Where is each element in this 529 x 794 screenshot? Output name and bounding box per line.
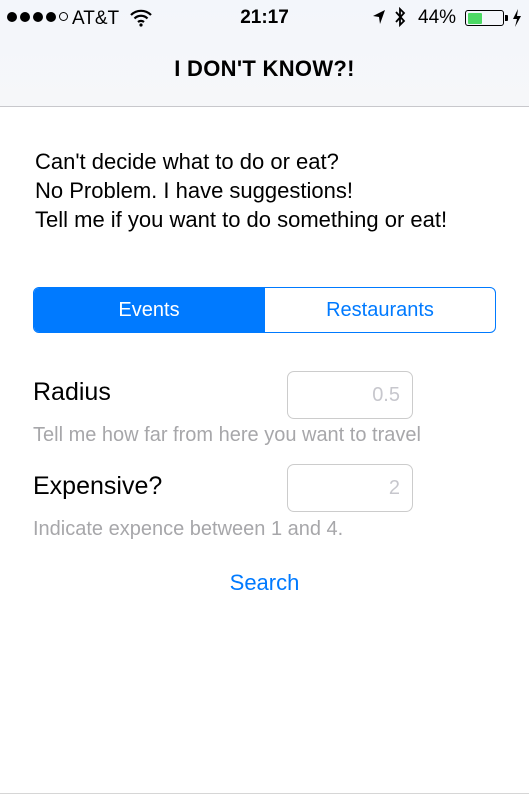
radius-hint: Tell me how far from here you want to tr… xyxy=(33,424,421,446)
expensive-hint: Indicate expence between 1 and 4. xyxy=(33,518,344,540)
page-title: I DON'T KNOW?! xyxy=(174,56,355,81)
segment-restaurants[interactable]: Restaurants xyxy=(265,288,495,332)
battery-level xyxy=(467,12,483,24)
radius-input[interactable] xyxy=(287,371,413,419)
expensive-input[interactable] xyxy=(287,464,413,512)
mode-segmented-control: Events Restaurants xyxy=(33,287,496,333)
status-bar: AT&T 21:17 44% xyxy=(0,0,529,36)
intro-line-3: Tell me if you want to do something or e… xyxy=(35,207,448,232)
intro-text: Can't decide what to do or eat? No Probl… xyxy=(35,147,505,234)
search-button[interactable]: Search xyxy=(0,570,529,596)
navigation-bar: AT&T 21:17 44% I DON'T KNOW?! xyxy=(0,0,529,107)
radius-label: Radius xyxy=(33,378,111,406)
battery-icon xyxy=(465,10,504,26)
battery-cap xyxy=(505,15,508,21)
intro-line-2: No Problem. I have suggestions! xyxy=(35,178,353,203)
intro-line-1: Can't decide what to do or eat? xyxy=(35,149,339,174)
segment-events[interactable]: Events xyxy=(34,288,265,332)
expensive-label: Expensive? xyxy=(33,472,163,500)
battery-percent: 44% xyxy=(418,7,457,28)
location-arrow-icon xyxy=(372,9,386,31)
charging-bolt-icon xyxy=(511,8,523,34)
bluetooth-icon xyxy=(393,6,407,34)
